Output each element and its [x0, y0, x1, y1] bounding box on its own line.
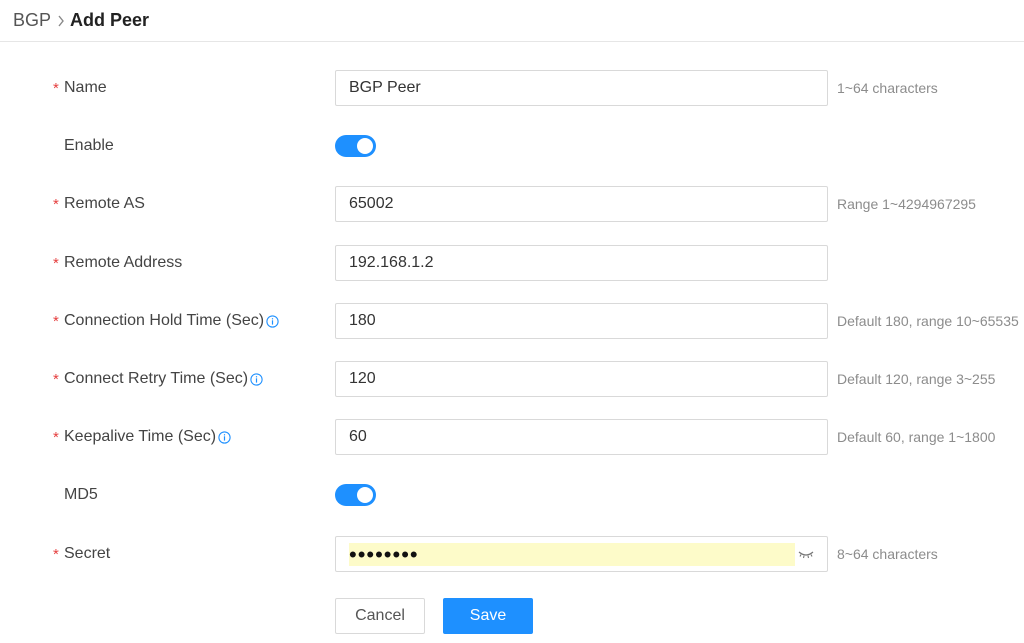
required-mark: *: [53, 79, 59, 97]
required-mark: *: [53, 312, 59, 330]
secret-masked-value: ••••••••: [349, 542, 795, 567]
keepalive-time-label: * Keepalive Time (Sec): [53, 419, 231, 455]
retry-time-hint: Default 120, range 3~255: [837, 371, 996, 387]
md5-row: MD5: [0, 477, 1024, 513]
remote-address-input[interactable]: [335, 245, 828, 281]
name-hint: 1~64 characters: [837, 80, 938, 96]
hold-time-row: * Connection Hold Time (Sec) Default 180…: [0, 303, 1024, 339]
enable-label: Enable: [64, 137, 114, 154]
enable-row: Enable: [0, 128, 1024, 164]
cancel-button[interactable]: Cancel: [335, 598, 425, 634]
keepalive-time-row: * Keepalive Time (Sec) Default 60, range…: [0, 419, 1024, 455]
info-icon[interactable]: [250, 372, 263, 386]
remote-as-row: * Remote AS Range 1~4294967295: [0, 186, 1024, 222]
required-mark: *: [53, 370, 59, 388]
secret-label: * Secret: [53, 545, 111, 563]
retry-time-label: * Connect Retry Time (Sec): [53, 361, 263, 397]
chevron-right-icon: [57, 15, 65, 27]
toggle-knob: [357, 487, 373, 503]
retry-time-row: * Connect Retry Time (Sec) Default 120, …: [0, 361, 1024, 397]
hold-time-input[interactable]: [335, 303, 828, 339]
name-input[interactable]: [335, 70, 828, 106]
md5-label: MD5: [64, 486, 98, 503]
info-icon[interactable]: [266, 314, 279, 328]
required-mark: *: [53, 254, 59, 272]
hold-time-label: * Connection Hold Time (Sec): [53, 303, 279, 339]
remote-address-row: * Remote Address: [0, 245, 1024, 281]
enable-toggle[interactable]: [335, 135, 376, 157]
secret-hint: 8~64 characters: [837, 546, 938, 562]
retry-time-input[interactable]: [335, 361, 828, 397]
required-mark: *: [53, 545, 59, 563]
remote-as-hint: Range 1~4294967295: [837, 196, 976, 212]
keepalive-time-hint: Default 60, range 1~1800: [837, 429, 996, 445]
name-row: * Name 1~64 characters: [0, 70, 1024, 106]
toggle-knob: [357, 138, 373, 154]
md5-toggle[interactable]: [335, 484, 376, 506]
breadcrumb: BGP Add Peer: [0, 0, 1024, 42]
page-title: Add Peer: [70, 10, 150, 30]
secret-input[interactable]: ••••••••: [335, 536, 828, 572]
remote-address-label: * Remote Address: [53, 254, 183, 272]
info-icon[interactable]: [218, 430, 231, 444]
remote-as-input[interactable]: [335, 186, 828, 222]
required-mark: *: [53, 195, 59, 213]
keepalive-time-input[interactable]: [335, 419, 828, 455]
save-button[interactable]: Save: [443, 598, 533, 634]
breadcrumb-parent-link[interactable]: BGP: [13, 10, 51, 31]
required-mark: *: [53, 428, 59, 446]
hold-time-hint: Default 180, range 10~65535: [837, 313, 1019, 329]
eye-closed-icon[interactable]: [797, 547, 815, 561]
name-label: * Name: [53, 79, 107, 97]
secret-row: * Secret •••••••• 8~64 characters: [0, 536, 1024, 572]
remote-as-label: * Remote AS: [53, 195, 145, 213]
